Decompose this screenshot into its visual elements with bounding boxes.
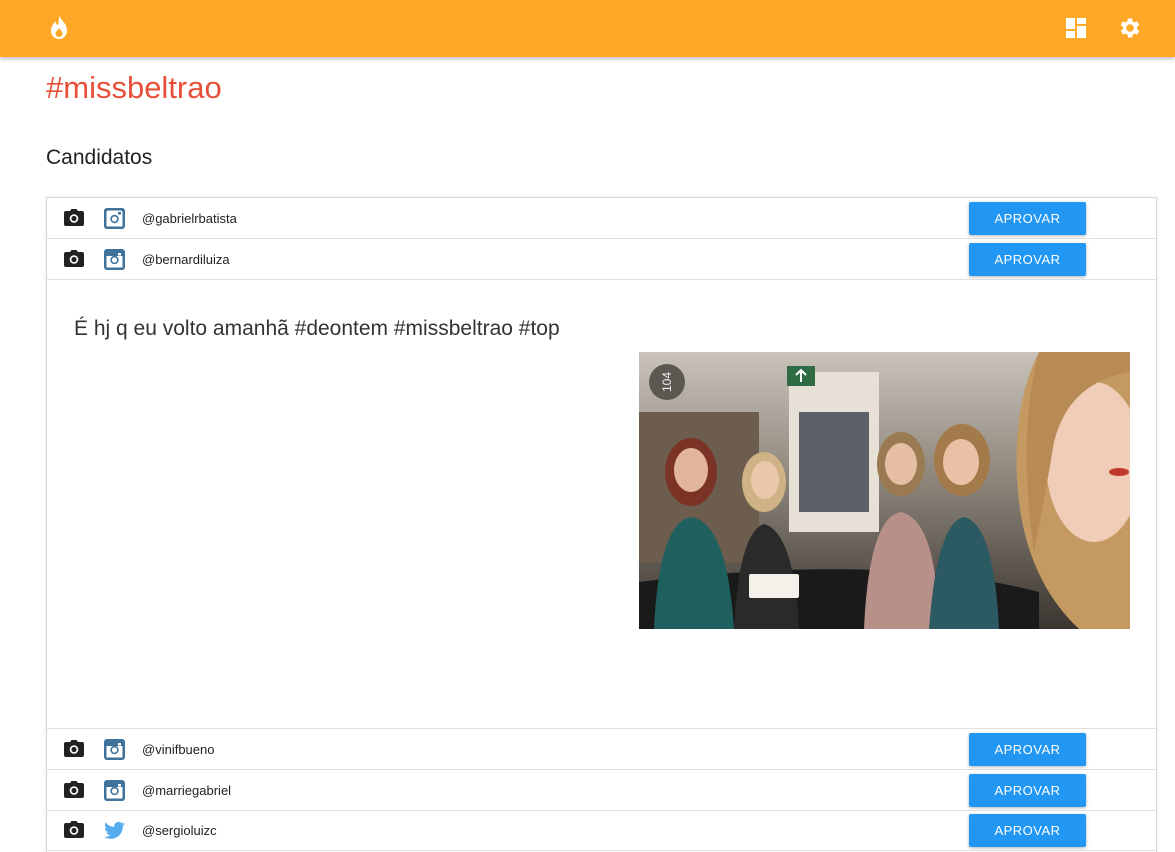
candidate-row[interactable]: @sergioluizc APROVAR (47, 810, 1156, 851)
candidate-row[interactable]: @bernardiluiza APROVAR (47, 239, 1156, 280)
candidate-handle: @bernardiluiza (142, 252, 230, 267)
instagram-icon (104, 780, 125, 801)
approve-button[interactable]: APROVAR (969, 733, 1086, 766)
expanded-post: É hj q eu volto amanhã #deontem #missbel… (47, 280, 1156, 729)
approve-button[interactable]: APROVAR (969, 814, 1086, 847)
app-bar (0, 0, 1175, 57)
flame-icon[interactable] (48, 14, 70, 40)
post-caption: É hj q eu volto amanhã #deontem #missbel… (74, 317, 560, 340)
post-photo: 104 (639, 352, 1130, 629)
section-title: Candidatos (46, 146, 153, 169)
candidate-handle: @gabrielrbatista (142, 211, 237, 226)
dashboard-icon[interactable] (1064, 16, 1088, 40)
candidate-row[interactable]: @vinifbueno APROVAR (47, 729, 1156, 770)
instagram-icon (104, 739, 125, 760)
photo-badge: 104 (660, 372, 674, 392)
approve-button[interactable]: APROVAR (969, 774, 1086, 807)
twitter-icon (104, 821, 125, 839)
camera-icon[interactable] (64, 250, 84, 267)
page-title: #missbeltrao (46, 70, 222, 105)
gear-icon[interactable] (1117, 15, 1143, 41)
camera-icon[interactable] (64, 740, 84, 757)
candidate-row[interactable]: @marriegabriel APROVAR (47, 770, 1156, 811)
camera-icon[interactable] (64, 821, 84, 838)
candidate-handle: @marriegabriel (142, 783, 232, 798)
approve-button[interactable]: APROVAR (969, 202, 1086, 235)
candidate-handle: @vinifbueno (142, 742, 215, 757)
camera-icon[interactable] (64, 209, 84, 226)
candidate-row[interactable]: @gabrielrbatista APROVAR (47, 198, 1156, 239)
instagram-icon (104, 208, 125, 229)
approve-button[interactable]: APROVAR (969, 243, 1086, 276)
candidate-list: @gabrielrbatista APROVAR @bernardiluiza … (46, 197, 1157, 852)
candidate-handle: @sergioluizc (142, 823, 217, 838)
camera-icon[interactable] (64, 781, 84, 798)
instagram-icon (104, 249, 125, 270)
